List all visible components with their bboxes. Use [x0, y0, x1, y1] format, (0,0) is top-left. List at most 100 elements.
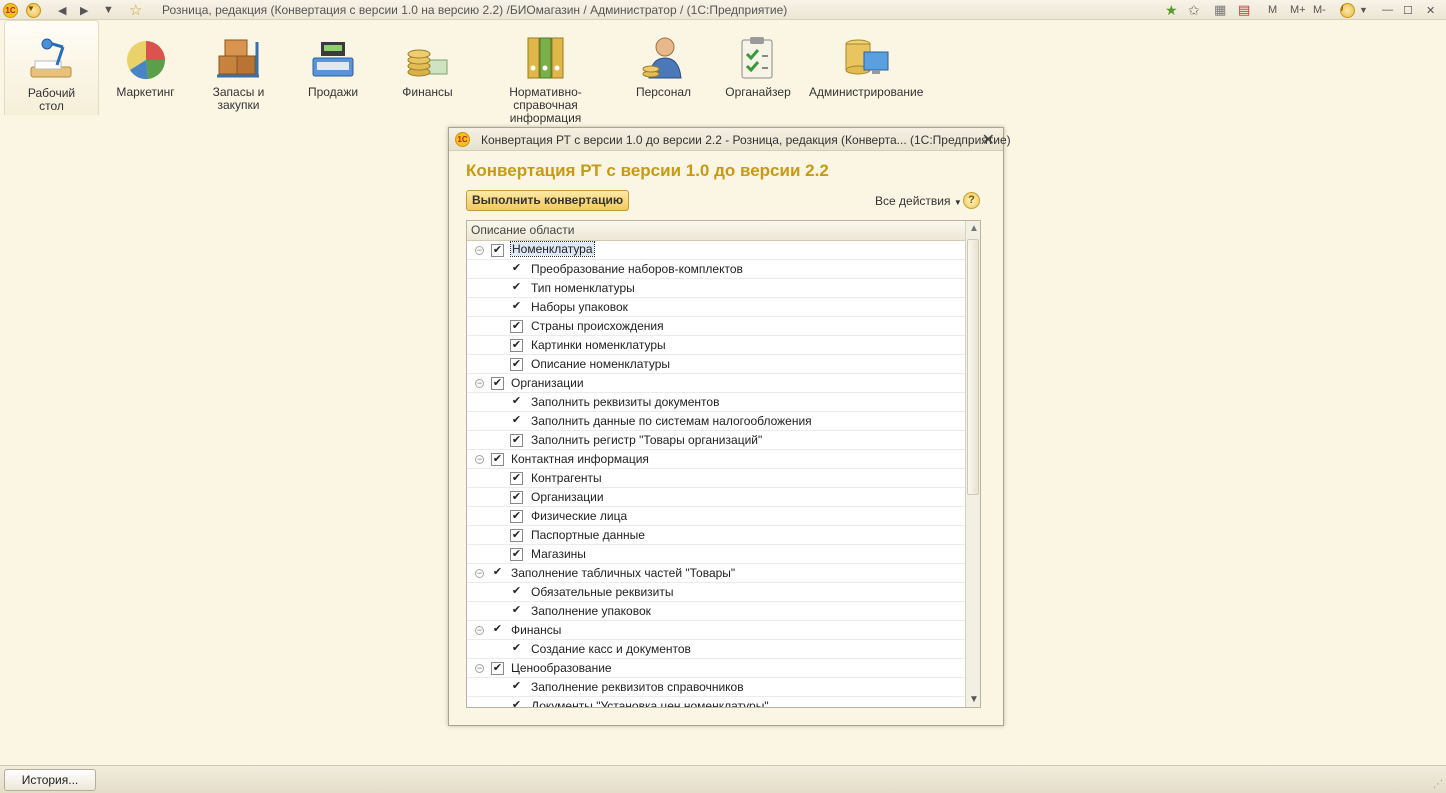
row-checkbox[interactable]: ✔ [510, 548, 523, 561]
vertical-scrollbar[interactable]: ▲ ▼ [965, 221, 980, 707]
back-arrow-icon[interactable]: ◀ [58, 2, 66, 18]
collapse-icon[interactable]: − [475, 379, 484, 388]
row-checkbox[interactable]: ✔ [510, 434, 523, 447]
tree-row[interactable]: − ✔ Контактная информация [467, 450, 965, 469]
section-personnel[interactable]: Персонал [627, 20, 700, 115]
tree-row[interactable]: ✔ Картинки номенклатуры [467, 336, 965, 355]
info-icon[interactable]: i [1340, 2, 1355, 18]
add-favorite-icon[interactable]: ★ [1165, 2, 1178, 18]
collapse-icon[interactable]: − [475, 455, 484, 464]
tree-row[interactable]: ✔ Заполнить данные по системам налогообло… [467, 412, 965, 431]
row-label: Организации [531, 490, 604, 504]
row-label: Заполнить реквизиты документов [531, 395, 720, 409]
dialog-close-button[interactable]: ✕ [982, 130, 995, 150]
column-header[interactable]: Описание области [467, 221, 965, 241]
tree-row[interactable]: ✔ Описание номенклатуры [467, 355, 965, 374]
scroll-down-arrow-icon[interactable]: ▼ [969, 694, 979, 705]
row-checkbox[interactable]: ✔ [510, 263, 523, 276]
tree-row[interactable]: ✔ Заполнить регистр "Товары организаций" [467, 431, 965, 450]
row-checkbox[interactable]: ✔ [510, 700, 523, 708]
tree-row[interactable]: ✔ Магазины [467, 545, 965, 564]
tree-row[interactable]: − ✔ Ценообразование [467, 659, 965, 678]
row-label: Контактная информация [511, 452, 649, 466]
row-checkbox[interactable]: ✔ [510, 415, 523, 428]
row-checkbox[interactable]: ✔ [510, 396, 523, 409]
app-logo-icon[interactable]: 1С [3, 2, 18, 18]
conversion-dialog: 1С Конвертация РТ с версии 1.0 до версии… [448, 127, 1011, 726]
row-checkbox[interactable]: ✔ [510, 472, 523, 485]
close-button[interactable]: ✕ [1426, 2, 1435, 18]
row-checkbox[interactable]: ✔ [510, 282, 523, 295]
section-desktop[interactable]: Рабочий стол [4, 20, 99, 115]
forward-arrow-icon[interactable]: ▶ [80, 2, 88, 18]
collapse-icon[interactable]: − [475, 246, 484, 255]
all-actions-menu[interactable]: Все действия ▼ [875, 194, 962, 208]
collapse-icon[interactable]: − [475, 569, 484, 578]
row-checkbox[interactable]: ✔ [491, 453, 504, 466]
row-checkbox[interactable]: ✔ [510, 643, 523, 656]
row-checkbox[interactable]: ✔ [491, 662, 504, 675]
row-checkbox[interactable]: ✔ [510, 529, 523, 542]
history-button[interactable]: История... [4, 769, 96, 791]
tree-row[interactable]: ✔ Преобразование наборов-комплектов [467, 260, 965, 279]
calendar-icon[interactable]: ▤ [1238, 2, 1250, 18]
section-marketing[interactable]: Маркетинг [104, 20, 187, 115]
row-checkbox[interactable]: ✔ [510, 681, 523, 694]
favorites-star-icon[interactable]: ☆ [129, 2, 142, 19]
calculator-icon[interactable]: ▦ [1214, 2, 1226, 18]
maximize-button[interactable]: ☐ [1403, 2, 1413, 18]
tree-row[interactable]: ✔ Документы "Установка цен номенклатуры" [467, 697, 965, 707]
section-administration[interactable]: Администрирование [809, 20, 923, 115]
bookmark-icon[interactable]: ✩ [1188, 2, 1200, 18]
tree-row[interactable]: ✔ Физические лица [467, 507, 965, 526]
row-checkbox[interactable]: ✔ [510, 339, 523, 352]
minimize-button[interactable]: — [1382, 2, 1393, 18]
collapse-icon[interactable]: − [475, 626, 484, 635]
info-menu-icon[interactable]: ▼ [1359, 2, 1368, 18]
main-menu-button[interactable]: ▼ [26, 2, 41, 18]
row-checkbox[interactable]: ✔ [510, 510, 523, 523]
resize-grip-icon[interactable]: ⋰ [1433, 779, 1443, 790]
row-checkbox[interactable]: ✔ [491, 377, 504, 390]
section-finance[interactable]: Финансы [389, 20, 466, 115]
tree-row[interactable]: − ✔ Заполнение табличных частей "Товары" [467, 564, 965, 583]
tree-row[interactable]: − ✔ Финансы [467, 621, 965, 640]
row-checkbox[interactable]: ✔ [510, 301, 523, 314]
run-conversion-button[interactable]: Выполнить конвертацию [466, 190, 630, 211]
section-stock-purchases[interactable]: Запасы и закупки [195, 20, 282, 115]
tree-row[interactable]: ✔ Создание касс и документов [467, 640, 965, 659]
row-checkbox[interactable]: ✔ [510, 358, 523, 371]
row-label: Магазины [531, 547, 586, 561]
tree-row[interactable]: ✔ Заполнить реквизиты документов [467, 393, 965, 412]
tree-row[interactable]: − ✔ Номенклатура [467, 241, 965, 260]
history-dropdown-icon[interactable]: ▼ [103, 2, 114, 18]
section-label: Запасы и закупки [212, 85, 265, 112]
scroll-thumb[interactable] [967, 239, 979, 495]
row-checkbox[interactable]: ✔ [491, 244, 504, 257]
tree-row[interactable]: ✔ Заполнение реквизитов справочников [467, 678, 965, 697]
memory-m-button[interactable]: M [1268, 2, 1277, 18]
tree-row[interactable]: ✔ Страны происхождения [467, 317, 965, 336]
tree-row[interactable]: ✔ Наборы упаковок [467, 298, 965, 317]
row-checkbox[interactable]: ✔ [510, 491, 523, 504]
row-checkbox[interactable]: ✔ [510, 605, 523, 618]
tree-row[interactable]: − ✔ Организации [467, 374, 965, 393]
row-checkbox[interactable]: ✔ [510, 586, 523, 599]
row-checkbox[interactable]: ✔ [491, 567, 504, 580]
tree-row[interactable]: ✔ Заполнение упаковок [467, 602, 965, 621]
memory-plus-button[interactable]: M+ [1290, 2, 1306, 18]
tree-row[interactable]: ✔ Обязательные реквизиты [467, 583, 965, 602]
section-reference-info[interactable]: Нормативно-справочная информация [479, 20, 612, 125]
tree-row[interactable]: ✔ Организации [467, 488, 965, 507]
tree-row[interactable]: ✔ Тип номенклатуры [467, 279, 965, 298]
row-checkbox[interactable]: ✔ [510, 320, 523, 333]
memory-minus-button[interactable]: M- [1313, 2, 1326, 18]
collapse-icon[interactable]: − [475, 664, 484, 673]
section-sales[interactable]: Продажи [292, 20, 374, 115]
row-checkbox[interactable]: ✔ [491, 624, 504, 637]
tree-row[interactable]: ✔ Паспортные данные [467, 526, 965, 545]
tree-row[interactable]: ✔ Контрагенты [467, 469, 965, 488]
help-button[interactable]: ? [963, 192, 980, 209]
section-organizer[interactable]: Органайзер [718, 20, 798, 115]
scroll-up-arrow-icon[interactable]: ▲ [969, 223, 979, 234]
